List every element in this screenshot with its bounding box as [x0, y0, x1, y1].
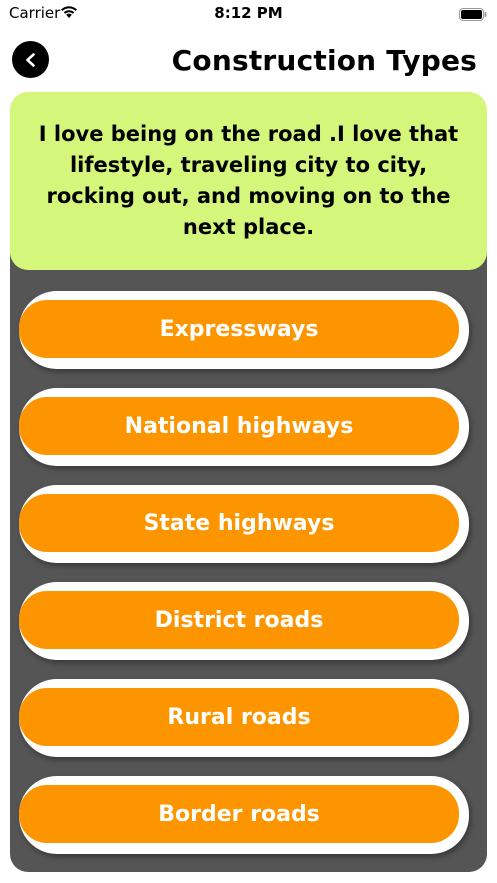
- district-roads-button[interactable]: District roads: [19, 591, 459, 649]
- state-highways-button[interactable]: State highways: [19, 494, 459, 552]
- option-label: Expressways: [159, 316, 319, 342]
- chevron-left-icon: [25, 52, 35, 67]
- battery-icon: [459, 6, 487, 21]
- option-label: National highways: [124, 413, 354, 439]
- back-button[interactable]: [12, 41, 49, 78]
- rural-roads-button[interactable]: Rural roads: [19, 688, 459, 746]
- option-label: District roads: [154, 607, 324, 633]
- quote-card: I love being on the road .I love that li…: [10, 92, 487, 270]
- national-highways-button[interactable]: National highways: [19, 397, 459, 455]
- option-district-roads: District roads: [19, 582, 469, 660]
- option-label: Rural roads: [167, 704, 311, 730]
- option-label: Border roads: [158, 801, 320, 827]
- quote-text: I love being on the road .I love that li…: [38, 122, 459, 239]
- option-national-highways: National highways: [19, 388, 469, 466]
- status-time: 8:12 PM: [214, 4, 283, 22]
- header: Construction Types: [0, 38, 497, 82]
- option-list: Expressways National highways State high…: [19, 291, 469, 873]
- border-roads-button[interactable]: Border roads: [19, 785, 459, 843]
- option-rural-roads: Rural roads: [19, 679, 469, 757]
- option-state-highways: State highways: [19, 485, 469, 563]
- option-border-roads: Border roads: [19, 776, 469, 854]
- option-expressways: Expressways: [19, 291, 469, 369]
- status-bar: Carrier 8:12 PM: [0, 0, 497, 26]
- page-title: Construction Types: [171, 44, 477, 77]
- option-label: State highways: [143, 510, 335, 536]
- expressways-button[interactable]: Expressways: [19, 300, 459, 358]
